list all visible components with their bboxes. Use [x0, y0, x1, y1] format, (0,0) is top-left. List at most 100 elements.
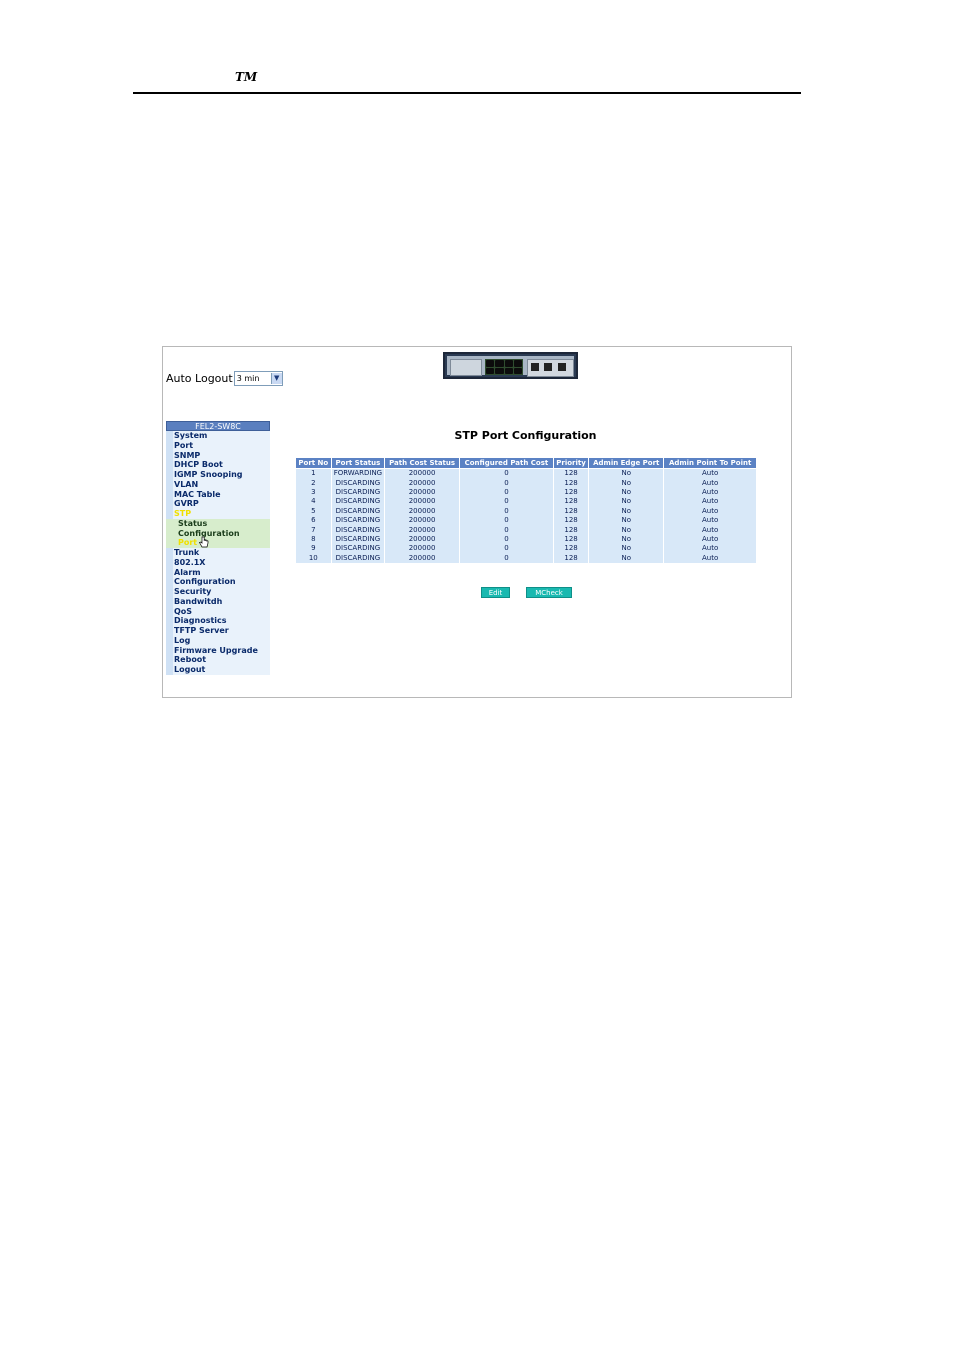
table-cell: Auto: [663, 534, 757, 545]
table-cell: Auto: [663, 468, 757, 479]
table-cell: 128: [552, 506, 590, 516]
table-cell: DISCARDING: [330, 525, 386, 535]
sidebar-item-snmp[interactable]: SNMP: [166, 450, 270, 461]
table-cell: 0: [458, 515, 554, 526]
rj45-ports-icon: [485, 359, 523, 375]
device-label-area: [450, 359, 482, 376]
table-row[interactable]: 1 FORWARDING 200000 0 128 No Auto: [295, 468, 757, 479]
table-cell: 10: [295, 553, 332, 563]
sidebar-subitem-port-label: Port: [178, 538, 198, 548]
table-cell: 4: [295, 497, 332, 507]
table-cell: 0: [458, 506, 554, 516]
sidebar-item-bandwidth[interactable]: Bandwitdh: [166, 596, 270, 607]
sidebar-item-port[interactable]: Port: [166, 440, 270, 451]
table-cell: 0: [458, 525, 554, 535]
sidebar-item-logout[interactable]: Logout: [166, 665, 270, 675]
table-cell: 128: [552, 544, 590, 554]
page-title: STP Port Configuration: [454, 429, 597, 442]
sidebar-item-configuration[interactable]: Configuration: [166, 577, 270, 587]
table-row[interactable]: 4 DISCARDING 200000 0 128 No Auto: [295, 497, 757, 507]
sidebar-subitem-configuration[interactable]: Configuration: [166, 528, 270, 539]
table-row[interactable]: 5 DISCARDING 200000 0 128 No Auto: [295, 506, 757, 516]
table-cell: 3: [295, 487, 332, 498]
sidebar-item-igmp-snooping[interactable]: IGMP Snooping: [166, 470, 270, 480]
table-cell: No: [588, 497, 665, 507]
table-cell: No: [588, 506, 665, 516]
sidebar-item-gvrp[interactable]: GVRP: [166, 499, 270, 509]
table-row[interactable]: 7 DISCARDING 200000 0 128 No Auto: [295, 525, 757, 535]
column-header: Admin Edge Port: [588, 457, 665, 469]
table-cell: 128: [552, 525, 590, 535]
table-cell: Auto: [663, 487, 757, 498]
auto-logout-select[interactable]: 3 min ▼: [233, 371, 283, 386]
table-cell: Auto: [663, 515, 757, 526]
chevron-down-icon[interactable]: ▼: [270, 373, 282, 384]
table-cell: 0: [458, 553, 554, 563]
table-header-row: Port No Port Status Path Cost Status Config…: [295, 457, 757, 469]
sidebar-subitem-port[interactable]: Port: [166, 536, 270, 548]
table-cell: 200000: [384, 515, 460, 526]
table-cell: Auto: [663, 506, 757, 516]
column-header: Admin Point To Point: [663, 457, 757, 469]
table-cell: 200000: [384, 506, 460, 516]
sidebar-item-trunk[interactable]: Trunk: [166, 548, 270, 558]
table-cell: DISCARDING: [330, 478, 386, 488]
sidebar-device-title: FEL2-SW8C: [166, 421, 270, 431]
table-cell: DISCARDING: [330, 553, 386, 563]
table-cell: 200000: [384, 487, 460, 498]
table-cell: 200000: [384, 534, 460, 545]
table-cell: 200000: [384, 497, 460, 507]
table-row[interactable]: 2 DISCARDING 200000 0 128 No Auto: [295, 478, 757, 488]
table-cell: 128: [552, 534, 590, 545]
table-cell: No: [588, 553, 665, 563]
table-cell: 128: [552, 478, 590, 488]
sidebar-subitem-status[interactable]: Status: [166, 518, 270, 529]
table-cell: No: [588, 534, 665, 545]
mcheck-button[interactable]: MCheck: [526, 587, 572, 598]
table-cell: 128: [552, 487, 590, 498]
table-row[interactable]: 6 DISCARDING 200000 0 128 No Auto: [295, 515, 757, 526]
table-body: 1 FORWARDING 200000 0 128 No Auto 2 DISCARDING 20…: [295, 468, 757, 563]
table-cell: No: [588, 468, 665, 479]
table-cell: 200000: [384, 468, 460, 479]
table-cell: 0: [458, 544, 554, 554]
switch-front-panel-image: [443, 352, 578, 379]
sidebar-item-dhcp-boot[interactable]: DHCP Boot: [166, 460, 270, 470]
table-cell: 0: [458, 487, 554, 498]
table-row[interactable]: 3 DISCARDING 200000 0 128 No Auto: [295, 487, 757, 498]
sidebar-item-log[interactable]: Log: [166, 635, 270, 646]
table-cell: 200000: [384, 544, 460, 554]
table-cell: DISCARDING: [330, 534, 386, 545]
table-cell: DISCARDING: [330, 487, 386, 498]
sidebar-item-8021x[interactable]: 802.1X: [166, 557, 270, 568]
table-row[interactable]: 9 DISCARDING 200000 0 128 No Auto: [295, 544, 757, 554]
sidebar-item-diagnostics[interactable]: Diagnostics: [166, 616, 270, 626]
sidebar-item-qos[interactable]: QoS: [166, 606, 270, 617]
sidebar-item-system[interactable]: System: [166, 431, 270, 441]
sidebar-item-mac-table[interactable]: MAC Table: [166, 489, 270, 500]
column-header: Priority: [552, 457, 590, 469]
table-cell: Auto: [663, 544, 757, 554]
web-ui-screenshot: Auto Logout 3 min ▼ FEL2-SW8C System Por…: [162, 346, 792, 698]
table-cell: 8: [295, 534, 332, 545]
sidebar-item-tftp-server[interactable]: TFTP Server: [166, 626, 270, 636]
sidebar-item-vlan[interactable]: VLAN: [166, 479, 270, 490]
sidebar-item-reboot[interactable]: Reboot: [166, 655, 270, 665]
table-cell: No: [588, 544, 665, 554]
table-row[interactable]: 10 DISCARDING 200000 0 128 No Auto: [295, 553, 757, 563]
table-cell: 9: [295, 544, 332, 554]
table-cell: 0: [458, 478, 554, 488]
table-cell: 200000: [384, 478, 460, 488]
table-cell: 128: [552, 468, 590, 479]
column-header: Path Cost Status: [384, 457, 460, 469]
sidebar-item-stp[interactable]: STP: [166, 509, 270, 519]
sidebar-item-alarm[interactable]: Alarm: [166, 567, 270, 578]
table-cell: Auto: [663, 497, 757, 507]
table-cell: No: [588, 487, 665, 498]
sidebar-item-security[interactable]: Security: [166, 587, 270, 597]
edit-button[interactable]: Edit: [481, 587, 510, 598]
table-row[interactable]: 8 DISCARDING 200000 0 128 No Auto: [295, 534, 757, 545]
table-cell: Auto: [663, 525, 757, 535]
sidebar-item-firmware-upgrade[interactable]: Firmware Upgrade: [166, 645, 270, 656]
auto-logout-label: Auto Logout: [166, 372, 233, 385]
